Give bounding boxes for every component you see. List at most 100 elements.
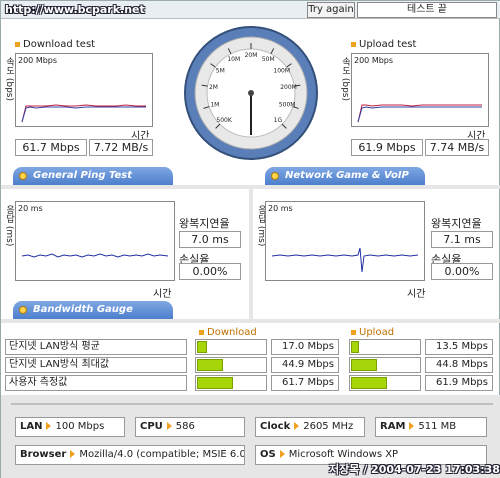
- browser-value: Mozilla/4.0 (compatible; MSIE 6.0: [79, 449, 245, 460]
- ram-value: 511 MB: [418, 421, 457, 432]
- ping-xlabel: 시간: [153, 289, 172, 300]
- speed-gauge: 500K 1M 2M 5M10M 20M 50M 100M 200M 500M 1G: [184, 26, 318, 160]
- gauge-tick-label: 1G: [274, 117, 283, 124]
- download-title: Download test: [15, 39, 95, 50]
- lan-label: LAN: [20, 421, 43, 432]
- bw-upload-bar: [351, 341, 359, 353]
- lan-value: 100 Mbps: [55, 421, 105, 432]
- upload-graph: 200 Mbps: [351, 53, 489, 127]
- ping-rtt-label: 왕복지연율: [179, 217, 230, 230]
- ping-rtt-value: 7.0 ms: [179, 231, 241, 248]
- gauge-tick-label: 500K: [216, 117, 232, 124]
- arrow-right-icon: [46, 422, 52, 430]
- footer-stamp: 저장목 / 2004-07-23 17:03:38: [329, 463, 500, 476]
- ping-icon: [19, 172, 27, 180]
- bullet-icon: [199, 329, 204, 335]
- try-again-button[interactable]: Try again: [307, 2, 355, 18]
- bandwidth-row-label: 사용자 측정값: [5, 375, 187, 391]
- watermark-url: http://www.bcpark.net: [5, 3, 145, 16]
- lan-info: LAN 100 Mbps: [15, 417, 125, 437]
- browser-info: Browser Mozilla/4.0 (compatible; MSIE 6.0: [15, 445, 245, 465]
- gauge-tick-label: 5M: [216, 68, 225, 75]
- bullet-icon: [351, 329, 356, 335]
- ping-loss-value: 0.00%: [179, 263, 241, 280]
- gauge-tick-label: 100M: [273, 68, 290, 75]
- bandwidth-row-label: 단지넷 LAN방식 최대값: [5, 357, 187, 373]
- bw-download-header: Download: [199, 327, 257, 338]
- bandwidth-icon: [19, 306, 27, 314]
- upload-plot: [357, 104, 482, 123]
- speed-test-window: http://www.bcpark.net Try again 테스트 끝 Do…: [0, 0, 500, 478]
- upload-mbs: 7.74 MB/s: [425, 139, 489, 156]
- game-graph: 20 ms: [265, 201, 425, 281]
- bullet-icon: [15, 41, 20, 47]
- divider: [1, 319, 500, 323]
- ping-section-header: General Ping Test: [13, 167, 173, 185]
- arrow-right-icon: [409, 422, 415, 430]
- bullet-icon: [351, 41, 356, 47]
- upload-title-text: Upload test: [359, 39, 417, 50]
- bandwidth-section-header: Bandwidth Gauge: [13, 301, 173, 319]
- os-value: Microsoft Windows XP: [288, 449, 399, 460]
- test-end-status: 테스트 끝: [357, 2, 497, 18]
- upload-mbps: 61.9 Mbps: [351, 139, 423, 156]
- arrow-right-icon: [70, 450, 76, 458]
- bw-upload-value: 44.8 Mbps: [425, 357, 493, 373]
- gauge-tick-label: 500M: [279, 102, 296, 109]
- upload-line-blue: [357, 106, 482, 123]
- game-section-header: Network Game & VoIP Test: [265, 167, 425, 199]
- ping-plot: [21, 253, 169, 258]
- arrow-right-icon: [166, 422, 172, 430]
- bw-upload-bar: [351, 377, 387, 389]
- ram-info: RAM 511 MB: [375, 417, 487, 437]
- download-graph: 200 Mbps: [15, 53, 153, 127]
- bw-upload-value: 13.5 Mbps: [425, 339, 493, 355]
- bw-upload-value: 61.9 Mbps: [425, 375, 493, 391]
- ping-section-title: General Ping Test: [33, 170, 133, 181]
- game-line: [271, 247, 419, 273]
- ram-label: RAM: [380, 421, 406, 432]
- gauge-tick-label: 2M: [209, 84, 218, 91]
- bw-download-header-text: Download: [207, 327, 257, 338]
- center-divider: [249, 185, 253, 321]
- clock-label: Clock: [260, 421, 291, 432]
- bw-download-bar: [197, 341, 207, 353]
- arrow-right-icon: [294, 422, 300, 430]
- gauge-tick-label: 50M: [262, 56, 275, 63]
- download-line-blue: [21, 106, 146, 123]
- clock-info: Clock 2605 MHz: [255, 417, 365, 437]
- bw-upload-track: [349, 339, 421, 355]
- bw-download-value: 61.7 Mbps: [271, 375, 339, 391]
- download-mbs: 7.72 MB/s: [89, 139, 153, 156]
- bw-download-bar: [197, 377, 233, 389]
- bandwidth-section-title: Bandwidth Gauge: [33, 304, 133, 315]
- system-divider: [11, 403, 493, 405]
- game-loss-value: 0.00%: [431, 263, 493, 280]
- download-title-text: Download test: [23, 39, 96, 50]
- bw-upload-header-text: Upload: [359, 327, 395, 338]
- ping-graph: 20 ms: [15, 201, 175, 281]
- download-plot: [21, 104, 146, 123]
- game-rtt-label: 왕복지연율: [431, 217, 482, 230]
- cpu-info: CPU 586: [135, 417, 245, 437]
- bw-download-value: 17.0 Mbps: [271, 339, 339, 355]
- bandwidth-row-label: 단지넷 LAN방식 평균: [5, 339, 187, 355]
- ping-line: [21, 253, 169, 258]
- arrow-right-icon: [279, 450, 285, 458]
- game-plot: [271, 247, 419, 273]
- bw-upload-header: Upload: [351, 327, 394, 338]
- game-xlabel: 시간: [407, 289, 426, 300]
- os-label: OS: [260, 449, 276, 460]
- cpu-label: CPU: [140, 421, 163, 432]
- browser-label: Browser: [20, 449, 67, 460]
- download-mbps: 61.7 Mbps: [15, 139, 87, 156]
- cpu-value: 586: [175, 421, 195, 432]
- clock-value: 2605 MHz: [303, 421, 354, 432]
- game-rtt-value: 7.1 ms: [431, 231, 493, 248]
- game-icon: [271, 172, 279, 180]
- upload-title: Upload test: [351, 39, 416, 50]
- gauge-tick-label: 10M: [227, 56, 240, 63]
- gauge-tick-label: 1M: [210, 102, 219, 109]
- bw-download-bar: [197, 359, 223, 371]
- bw-download-value: 44.9 Mbps: [271, 357, 339, 373]
